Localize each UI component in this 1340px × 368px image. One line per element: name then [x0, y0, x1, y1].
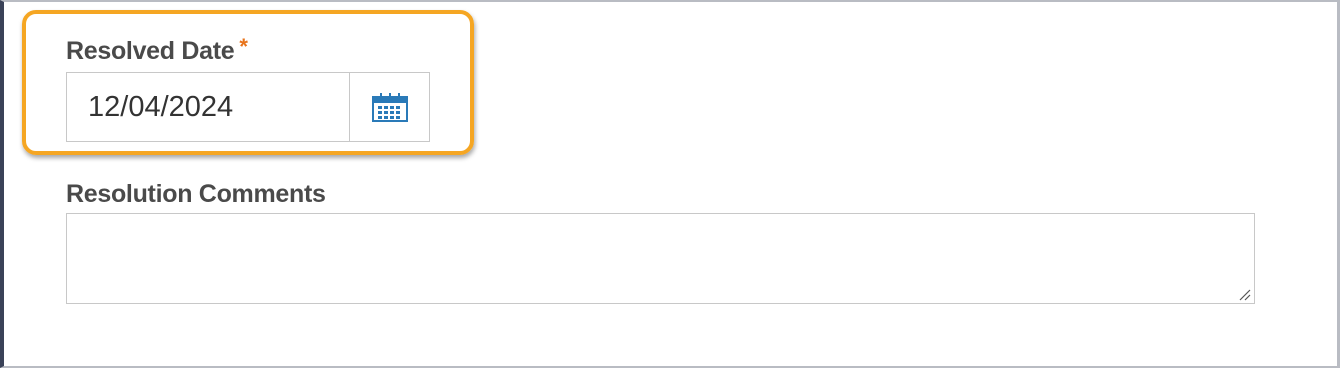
resolved-date-label: Resolved Date *	[66, 34, 248, 66]
calendar-button[interactable]	[349, 73, 429, 141]
calendar-icon	[371, 93, 408, 122]
resolution-comments-label: Resolution Comments	[66, 180, 326, 208]
resolution-comments-textarea[interactable]	[66, 213, 1255, 304]
resize-grip-icon[interactable]	[1238, 288, 1251, 301]
resolved-date-field[interactable]: 12/04/2024	[66, 72, 430, 142]
resolved-date-value[interactable]: 12/04/2024	[88, 91, 233, 124]
required-asterisk: *	[239, 34, 248, 59]
resolved-date-label-text: Resolved Date	[66, 37, 235, 65]
